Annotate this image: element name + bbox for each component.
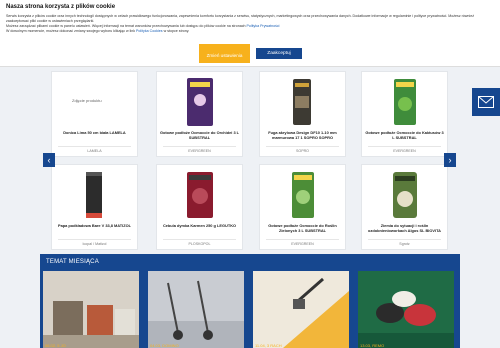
product-name[interactable]: Donica Lima 50 cm biała LAMELA xyxy=(54,130,135,135)
product-image-alt: Zdjęcie produktu xyxy=(72,98,102,103)
chevron-left-icon[interactable]: ‹ xyxy=(43,153,55,167)
product-carousel: Zdjęcie produktu Donica Lima 50 cm biała… xyxy=(0,67,500,250)
cookie-text: Serwis korzysta z plików cookie oraz inn… xyxy=(6,14,474,33)
product-name[interactable]: Papa podkładowa Bare V 33,8 MATIZOL xyxy=(54,223,135,228)
theme-tile[interactable]: 04.03, DOMINO xyxy=(148,271,244,348)
tile-caption: 11.04, 3 RACH xyxy=(255,343,282,348)
theme-of-month-section: TEMAT MIESIĄCA 06.02, 5 JO 04.03, DOMINO xyxy=(40,254,460,348)
product-card[interactable]: Gotowe podłoże Ocmoccie do Kaktusów 3 L … xyxy=(361,71,448,157)
divider xyxy=(368,239,441,240)
product-name[interactable]: Fuga akrylowa Design DF10 1-10 mm marmur… xyxy=(262,130,343,140)
product-image[interactable] xyxy=(280,169,325,221)
product-brand: EVERGREEN xyxy=(291,242,314,246)
privacy-link[interactable]: Polityka Prywatności xyxy=(247,24,280,28)
product-card[interactable]: Papa podkładowa Bare V 33,8 MATIZOL Icop… xyxy=(51,164,138,250)
product-card[interactable]: Gotowe podłoże Ocmoccie do Roślin Zielon… xyxy=(259,164,346,250)
product-card[interactable]: Zdjęcie produktu Donica Lima 50 cm biała… xyxy=(51,71,138,157)
divider xyxy=(266,239,339,240)
mail-icon[interactable] xyxy=(472,88,500,116)
cookie-policy-link[interactable]: Polityka Cookies xyxy=(136,29,163,33)
product-card[interactable]: Fuga akrylowa Design DF10 1-10 mm marmur… xyxy=(259,71,346,157)
theme-image[interactable] xyxy=(148,271,244,348)
divider xyxy=(163,146,236,147)
theme-tile[interactable]: 11.04, 3 RACH xyxy=(253,271,349,348)
product-brand: EVERGREEN xyxy=(393,149,416,153)
change-settings-button[interactable]: Zmień ustawienia xyxy=(199,44,250,63)
product-brand: EVERGREEN xyxy=(188,149,211,153)
product-name[interactable]: Cebula dymka Karmen 250 g LEGUTKO xyxy=(159,223,240,228)
theme-image[interactable] xyxy=(253,271,349,348)
theme-image[interactable] xyxy=(43,271,139,348)
tile-caption: 06.02, 5 JO xyxy=(45,343,66,348)
divider xyxy=(266,146,339,147)
tile-caption: 13.03, REMO xyxy=(360,343,385,348)
product-image[interactable] xyxy=(177,76,222,128)
divider xyxy=(58,146,131,147)
product-brand: Icopal / Matizol xyxy=(82,242,107,246)
product-image[interactable] xyxy=(382,76,427,128)
product-brand: Sgrotz xyxy=(399,242,410,246)
theme-tile[interactable]: 13.03, REMO xyxy=(358,271,454,348)
theme-tile[interactable]: 06.02, 5 JO xyxy=(43,271,139,348)
product-brand: SOPRO xyxy=(296,149,309,153)
product-image[interactable] xyxy=(382,169,427,221)
product-card[interactable]: Ziemia do sytuacji i roślin ozdobnieniow… xyxy=(361,164,448,250)
product-card[interactable]: Cebula dymka Karmen 250 g LEGUTKO PLOSKO… xyxy=(156,164,243,250)
theme-image[interactable] xyxy=(358,271,454,348)
product-image[interactable] xyxy=(72,169,117,221)
tile-caption: 04.03, DOMINO xyxy=(150,343,179,348)
cookie-banner: Nasza strona korzysta z plików cookie Se… xyxy=(0,0,500,67)
divider xyxy=(163,239,236,240)
cookie-title: Nasza strona korzysta z plików cookie xyxy=(6,4,116,10)
product-name[interactable]: Gotowe podłoże Ocmoccie do Roślin Zielon… xyxy=(262,223,343,233)
product-name[interactable]: Gotowe podłoże Ocmoccie do Orchidei 3 L … xyxy=(159,130,240,140)
product-image[interactable] xyxy=(177,169,222,221)
divider xyxy=(368,146,441,147)
product-name[interactable]: Gotowe podłoże Ocmoccie do Kaktusów 3 L … xyxy=(364,130,445,140)
product-brand: PLOSKOPOL xyxy=(188,242,211,246)
product-card[interactable]: Gotowe podłoże Ocmoccie do Orchidei 3 L … xyxy=(156,71,243,157)
product-brand: LAMELA xyxy=(87,149,102,153)
product-name[interactable]: Ziemia do sytuacji i roślin ozdobnieniow… xyxy=(364,223,445,233)
divider xyxy=(58,239,131,240)
accept-button[interactable]: Zaakceptuj xyxy=(256,48,302,59)
section-title: TEMAT MIESIĄCA xyxy=(46,259,99,265)
product-image[interactable] xyxy=(280,76,325,128)
chevron-right-icon[interactable]: › xyxy=(444,153,456,167)
